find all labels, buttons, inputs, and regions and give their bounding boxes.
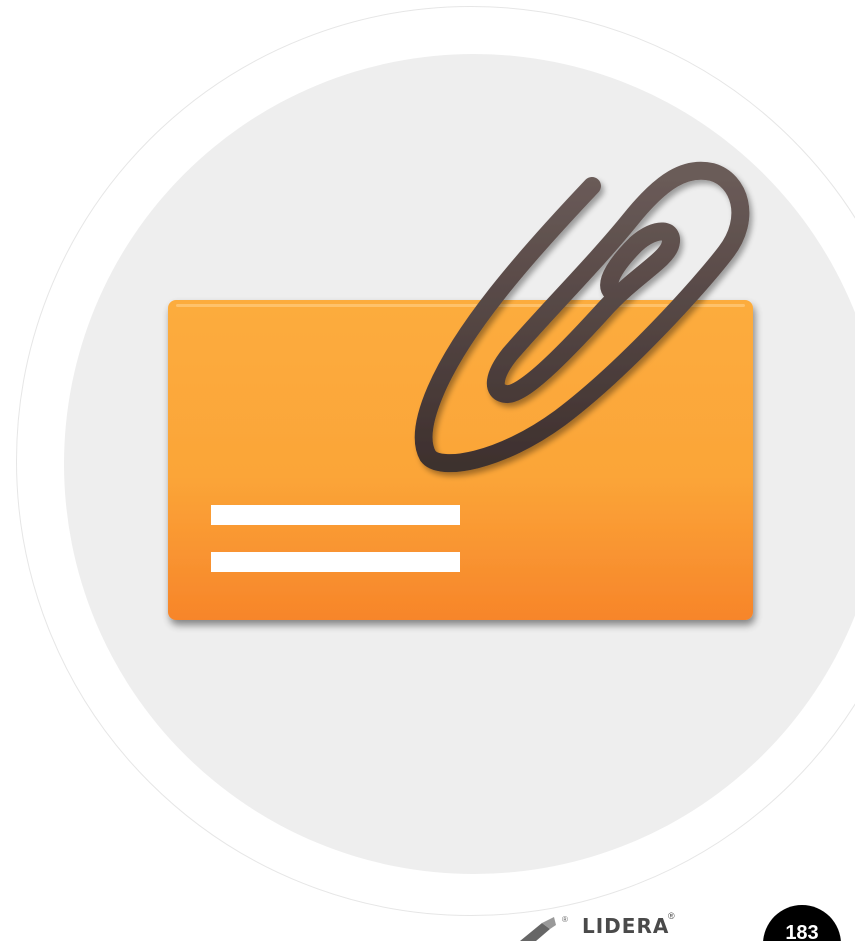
card-line-bottom bbox=[211, 552, 460, 572]
brand-logo: ® LIDERA ® bbox=[520, 905, 750, 941]
card-highlight bbox=[176, 304, 745, 307]
lidera-mark-icon bbox=[520, 917, 556, 941]
card-line-top bbox=[211, 505, 460, 525]
registered-symbol: ® bbox=[668, 911, 675, 921]
mark-registered-symbol: ® bbox=[562, 915, 568, 924]
page-number: 183 bbox=[785, 922, 819, 941]
brand-name: LIDERA bbox=[582, 914, 670, 938]
attachment-illustration bbox=[168, 161, 753, 620]
page-canvas: ® LIDERA ® 183 bbox=[0, 0, 855, 941]
